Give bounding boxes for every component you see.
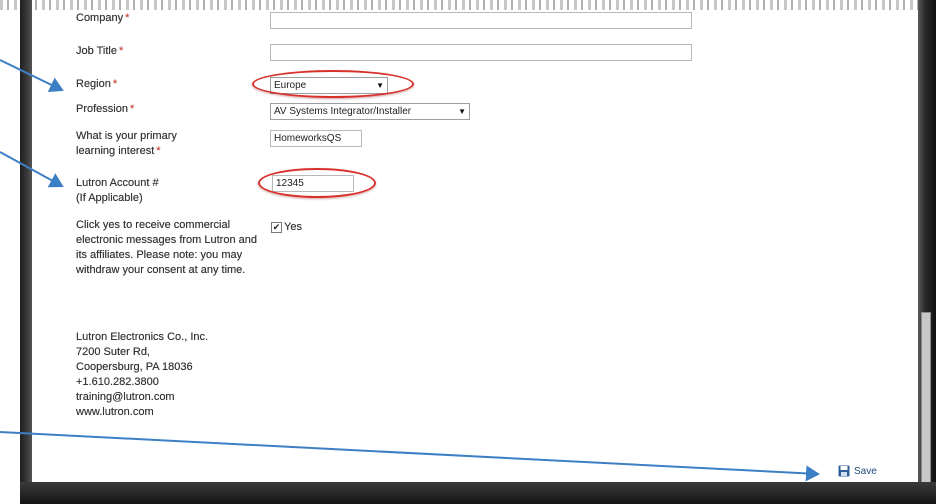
consent-checkbox[interactable]: ✔ — [271, 222, 282, 233]
torn-screenshot-edge — [0, 0, 936, 10]
address-website: www.lutron.com — [76, 406, 154, 418]
address-city: Coopersburg, PA 18036 — [76, 361, 193, 373]
dropdown-arrow-icon: ▼ — [458, 107, 466, 116]
company-label: Company * — [76, 12, 130, 24]
profession-label: Profession * — [76, 103, 135, 115]
region-highlight-ellipse — [252, 70, 414, 98]
window-frame-bottom — [20, 482, 936, 504]
account-label: Lutron Account # (If Applicable) — [76, 177, 159, 204]
address-company: Lutron Electronics Co., Inc. — [76, 331, 209, 343]
consent-yes-label: Yes — [284, 221, 302, 233]
window-frame-left — [20, 0, 32, 504]
floppy-disk-icon — [838, 465, 850, 477]
job-title-input[interactable] — [270, 44, 692, 61]
contact-address: Lutron Electronics Co., Inc. 7200 Suter … — [76, 330, 208, 420]
profession-select[interactable]: AV Systems Integrator/Installer ▼ — [270, 103, 470, 120]
account-highlight-ellipse — [258, 168, 376, 198]
region-label: Region * — [76, 78, 118, 90]
learning-interest-input[interactable] — [270, 130, 362, 147]
arrow-to-save — [0, 431, 820, 482]
address-email: training@lutron.com — [76, 391, 175, 403]
profession-selected-value: AV Systems Integrator/Installer — [274, 106, 412, 117]
learning-interest-label: What is your primary learning interest * — [76, 130, 177, 157]
scrollbar-thumb[interactable] — [921, 312, 931, 484]
consent-text: Click yes to receive commercial electron… — [76, 219, 257, 276]
save-label: Save — [854, 465, 877, 477]
job-title-label: Job Title * — [76, 45, 124, 57]
address-phone: +1.610.282.3800 — [76, 376, 159, 388]
company-input[interactable] — [270, 12, 692, 29]
address-street: 7200 Suter Rd, — [76, 346, 150, 358]
save-button[interactable]: Save — [838, 465, 877, 477]
